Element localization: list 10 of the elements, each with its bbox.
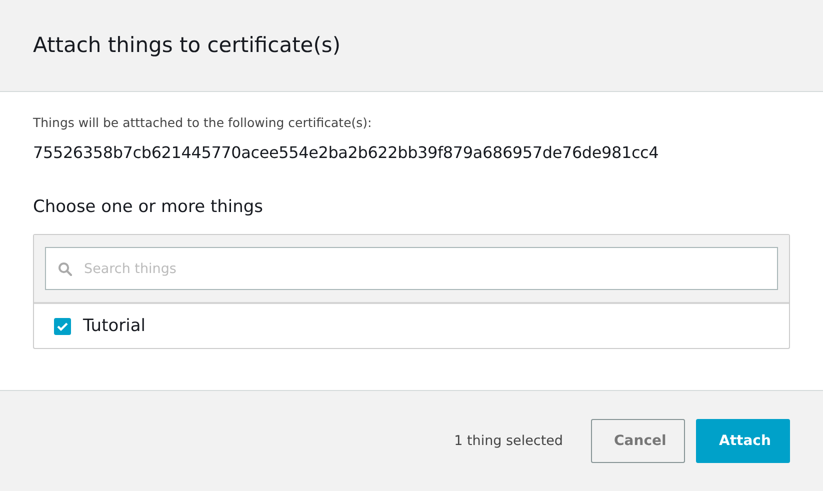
section-heading: Choose one or more things <box>33 196 264 219</box>
dialog-title: Attach things to certificate(s) <box>33 32 341 58</box>
info-label: Things will be atttached to the following certificate(s): <box>33 114 373 132</box>
thing-label: Tutorial <box>83 314 146 338</box>
cancel-button[interactable]: Cancel <box>591 419 685 463</box>
search-field[interactable]: Search things <box>45 247 778 290</box>
selection-count: 1 thing selected <box>454 432 563 451</box>
checkbox[interactable] <box>54 318 71 335</box>
attach-button[interactable]: Attach <box>696 419 790 463</box>
certificate-id: 75526358b7cb621445770acee554e2ba2b622bb39f879a686957de76de981cc4 <box>33 142 660 164</box>
